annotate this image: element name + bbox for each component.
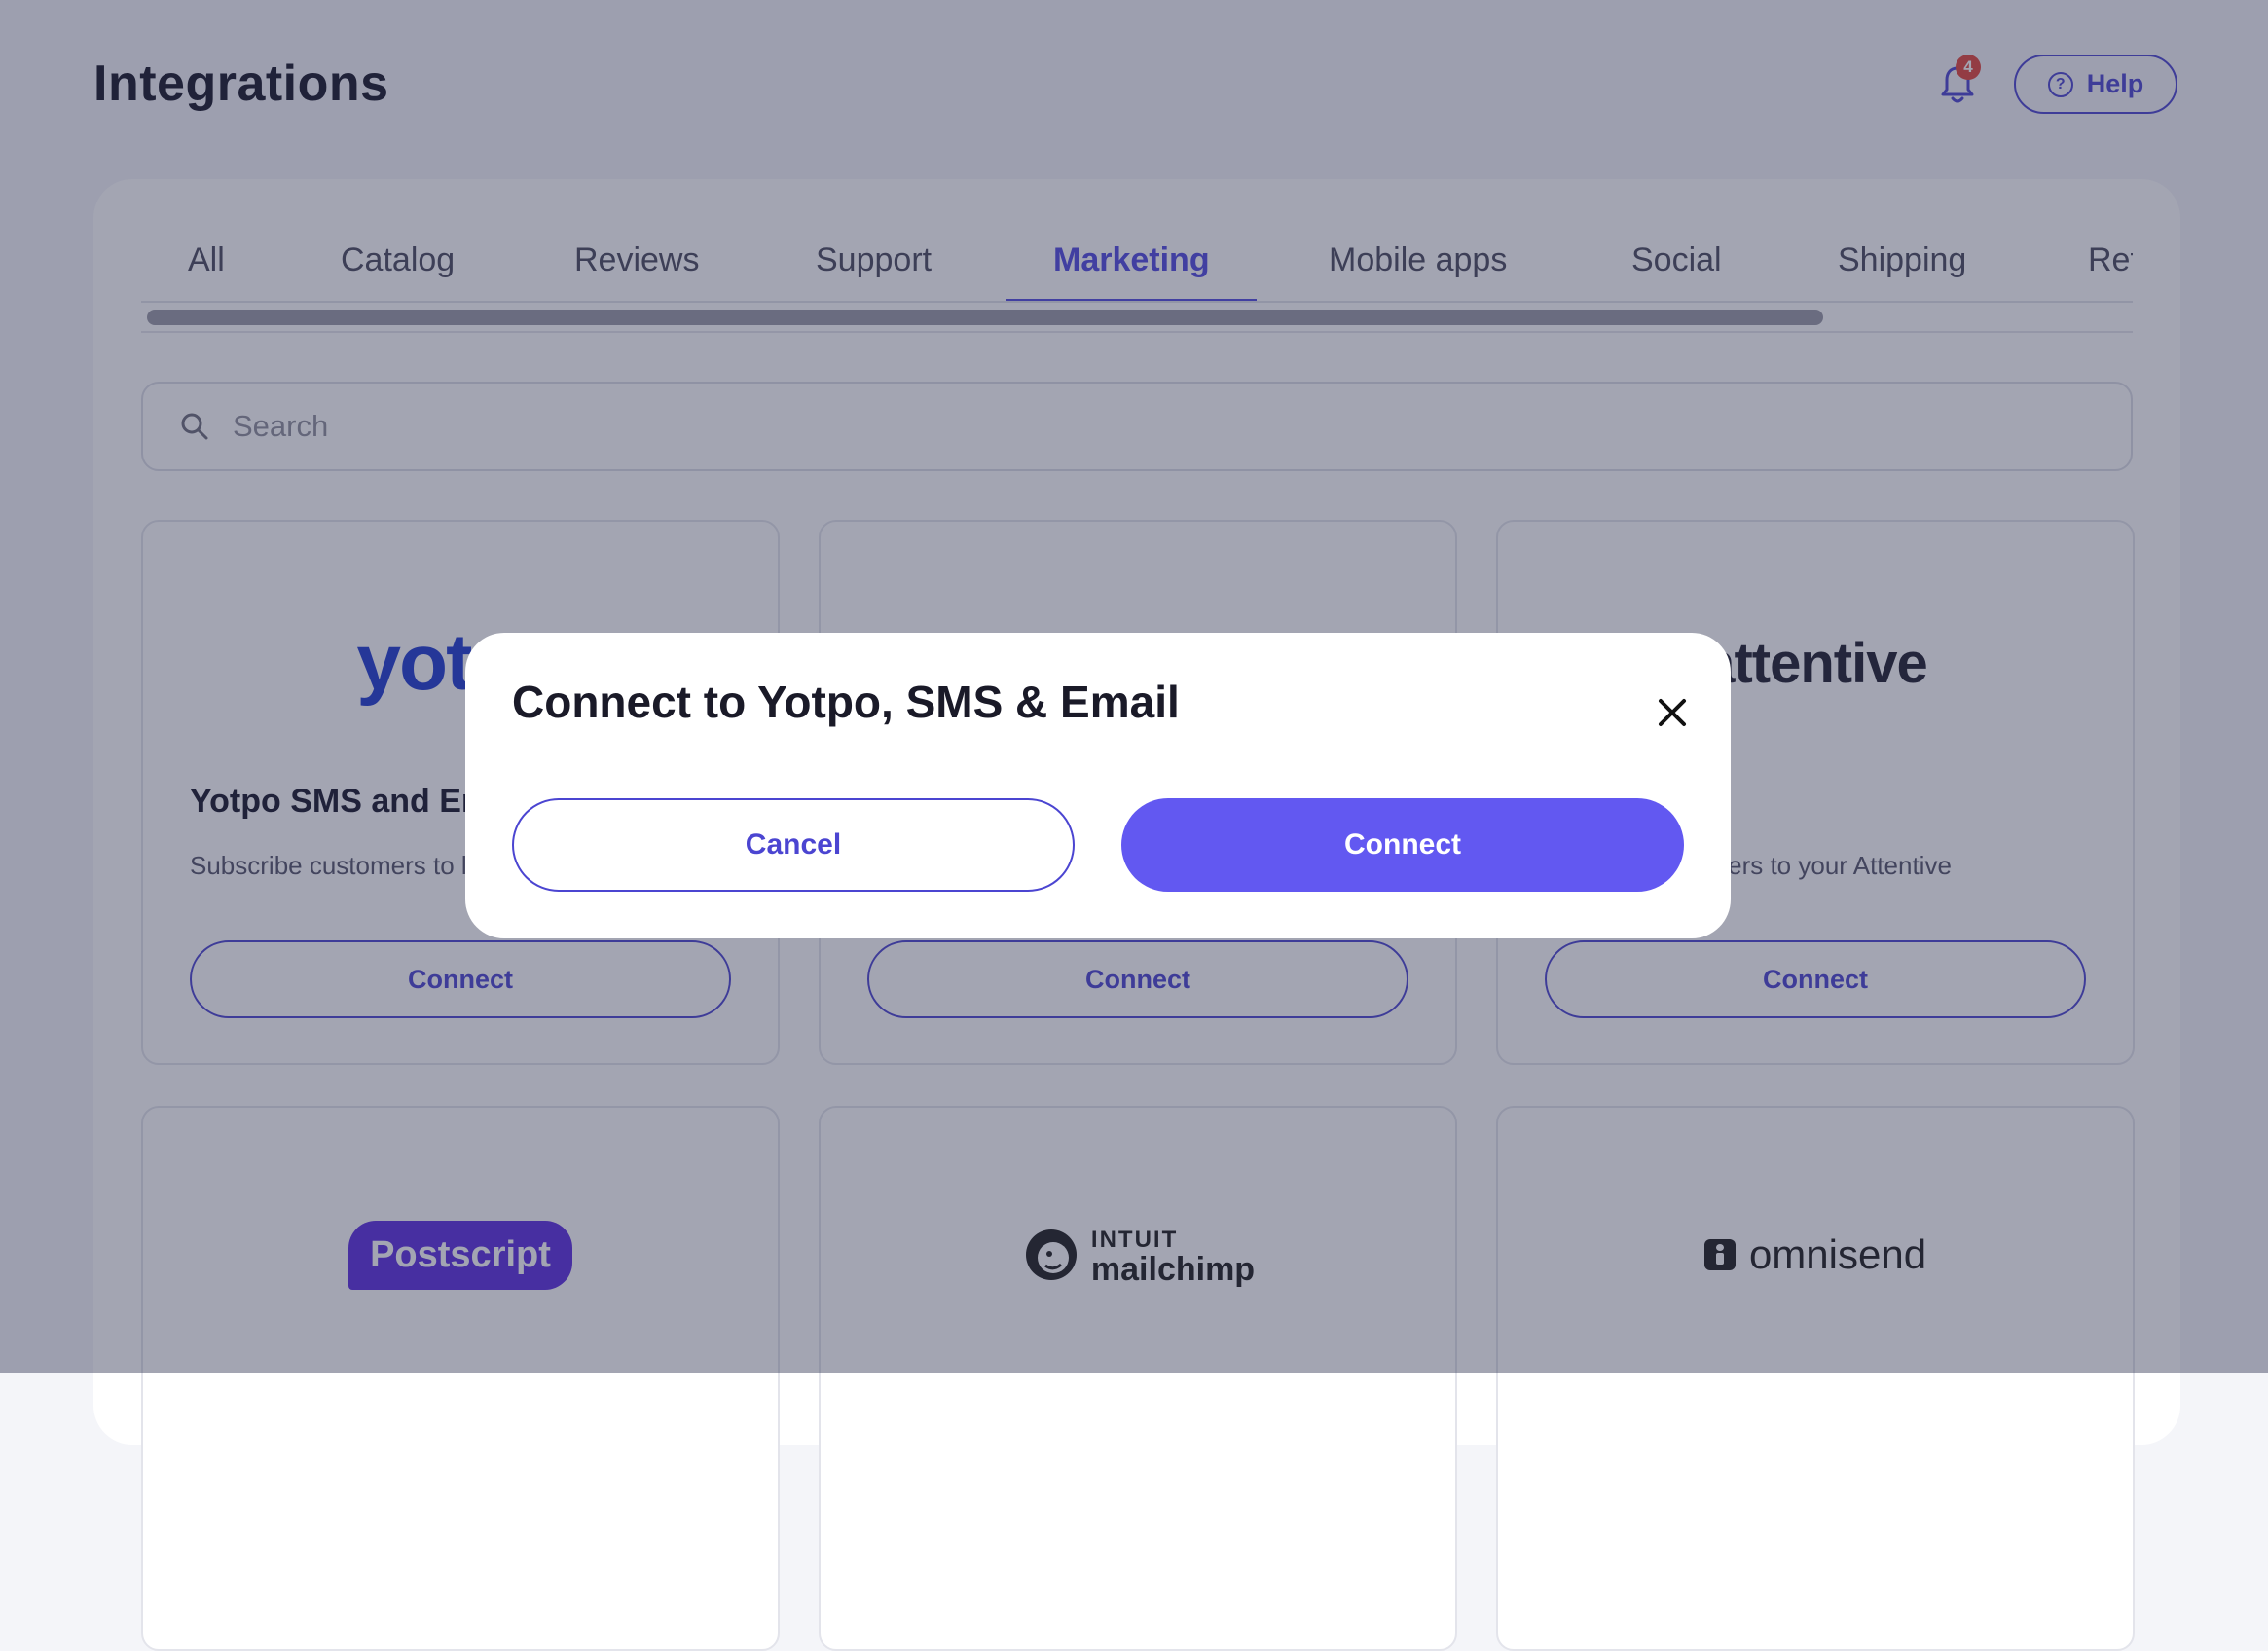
cancel-button[interactable]: Cancel	[512, 798, 1075, 892]
modal-title: Connect to Yotpo, SMS & Email	[512, 677, 1180, 727]
close-icon[interactable]	[1651, 691, 1694, 734]
connect-modal: Connect to Yotpo, SMS & Email Cancel Con…	[465, 633, 1731, 938]
connect-button[interactable]: Connect	[1121, 798, 1684, 892]
